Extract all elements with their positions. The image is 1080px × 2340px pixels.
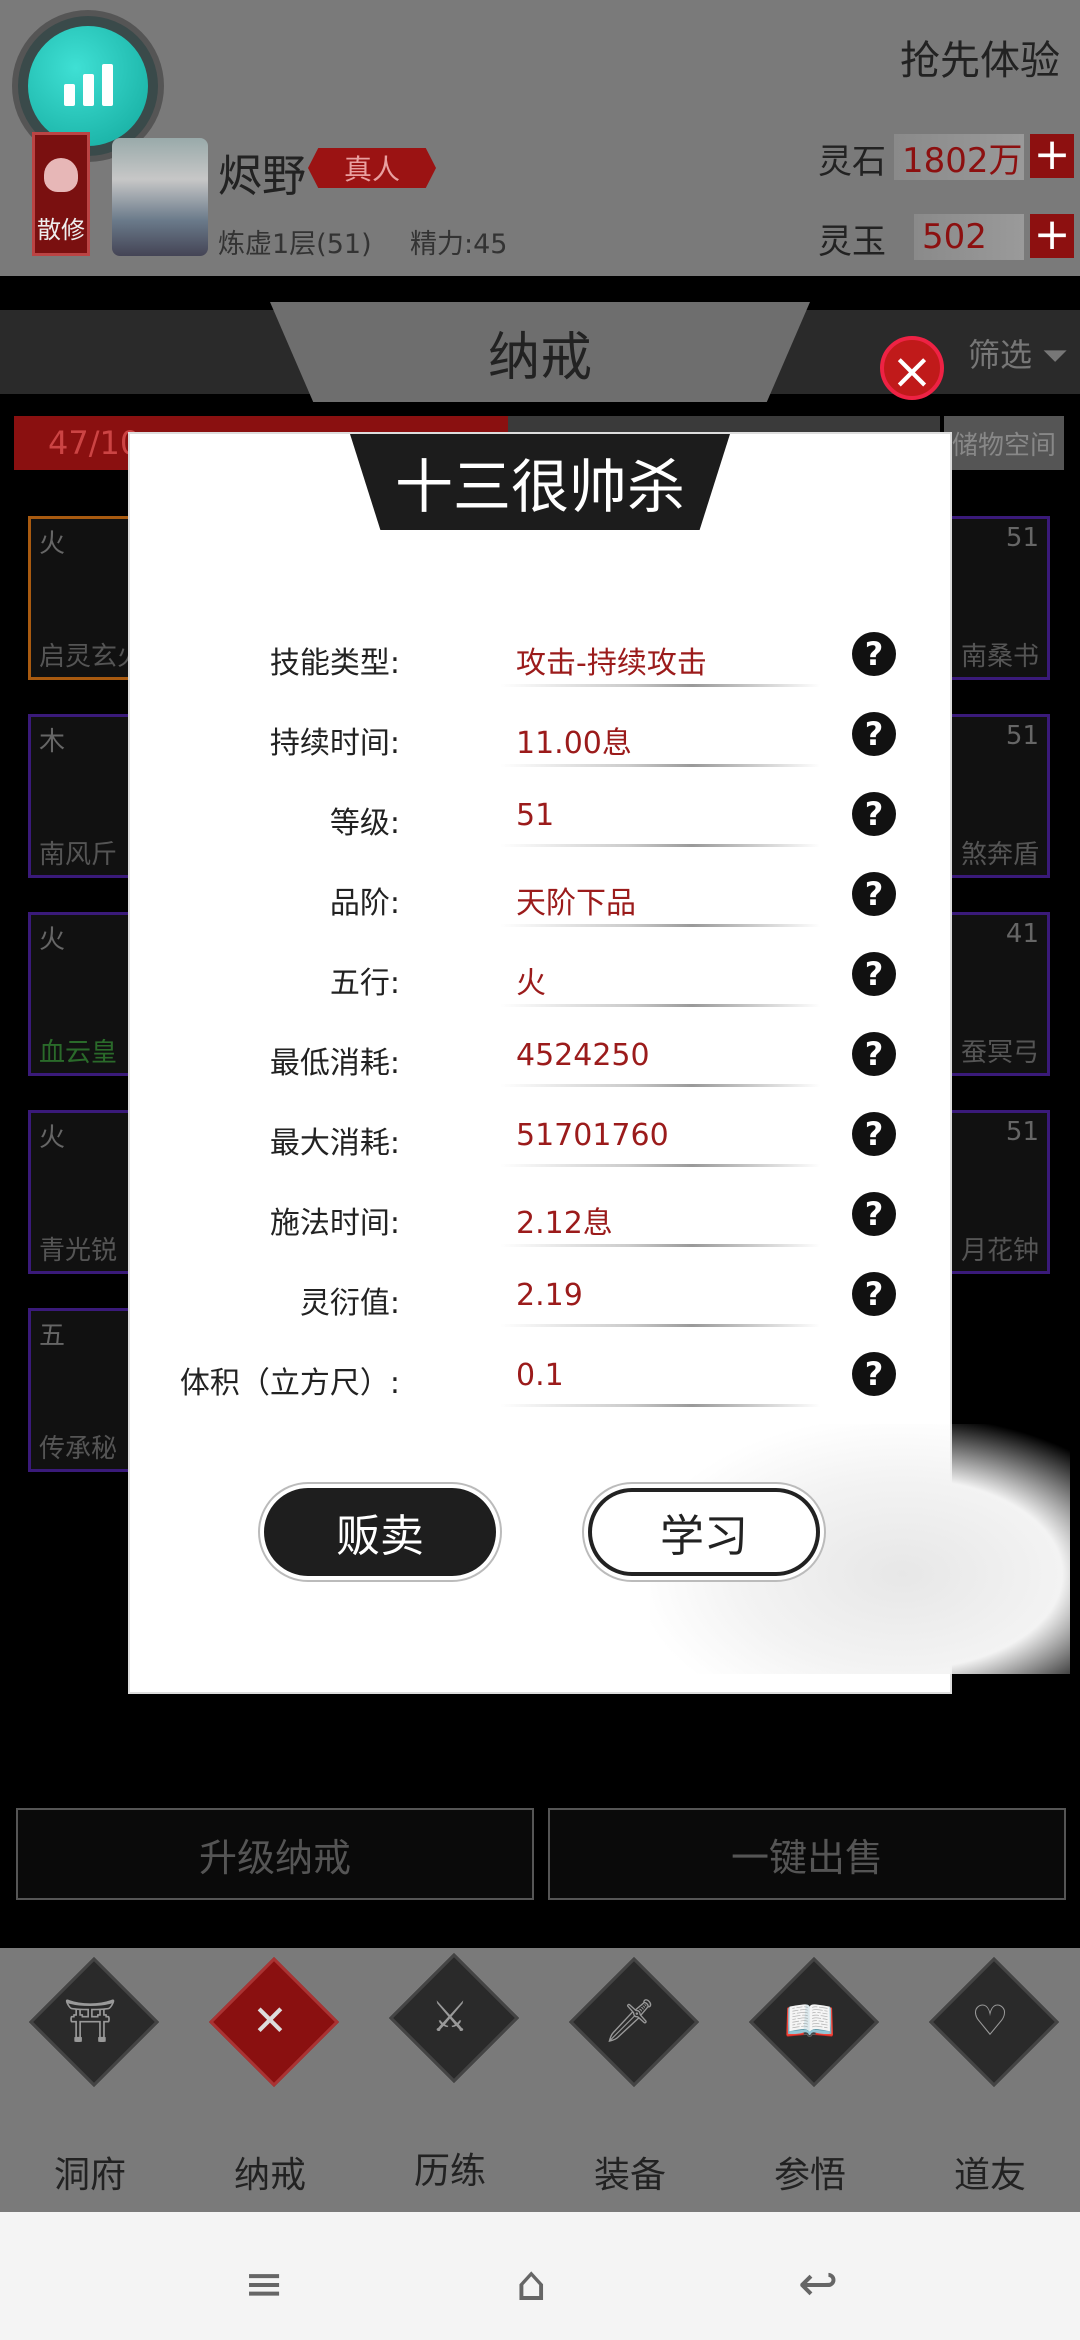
- sell-button[interactable]: 贩卖: [264, 1488, 496, 1576]
- storage-space-label: 储物空间: [944, 416, 1064, 470]
- sect-label: 散修: [37, 216, 85, 244]
- nav-label: 装备: [593, 2155, 666, 2196]
- player-name: 烬野: [218, 151, 306, 202]
- back-icon[interactable]: ↩: [798, 2256, 838, 2312]
- nav-label: 道友: [953, 2155, 1026, 2196]
- level-value: 51: [516, 798, 555, 833]
- nav-item-daoyou[interactable]: ♡ 道友: [910, 1956, 1070, 2196]
- avatar[interactable]: [112, 138, 208, 256]
- nav-label: 洞府: [53, 2155, 126, 2196]
- element-label: 木: [39, 727, 66, 757]
- help-icon[interactable]: ?: [852, 952, 896, 996]
- cast-time-value: 2.12息: [516, 1206, 613, 1241]
- capacity-text: 47/10: [48, 424, 141, 462]
- spirit-jade-label: 灵玉: [818, 222, 886, 262]
- bottom-nav: ⛩ 洞府 ✕ 纳戒 ⚔ 历练 🗡 装备 📖 参悟 ♡ 道友: [0, 1948, 1080, 2212]
- item-name: 蚕冥弓: [960, 1038, 1039, 1068]
- home-icon[interactable]: ⌂: [516, 2256, 546, 2312]
- cast-time-label: 施法时间:: [269, 1206, 400, 1241]
- nav-item-zhuangbei[interactable]: 🗡 装备: [550, 1956, 710, 2196]
- level-label: 等级:: [329, 806, 400, 841]
- sect-badge[interactable]: 散修: [32, 132, 90, 256]
- item-name: 青光锐: [39, 1236, 118, 1266]
- close-icon[interactable]: ×: [880, 336, 944, 400]
- element-label: 火: [39, 529, 66, 559]
- skill-type-value: 攻击-持续攻击: [516, 646, 707, 681]
- spirit-stone-label: 灵石: [818, 142, 886, 182]
- duration-value: 11.00息: [516, 726, 632, 761]
- inventory-title: 纳戒: [270, 302, 810, 402]
- sell-all-button[interactable]: 一键出售: [548, 1808, 1066, 1900]
- early-access-link[interactable]: 抢先体验: [900, 28, 1060, 86]
- skill-type-label: 技能类型:: [269, 646, 400, 681]
- item-name: 南桑书: [960, 642, 1039, 672]
- dialog-title: 十三很帅杀: [350, 434, 730, 530]
- menu-icon[interactable]: ≡: [244, 2256, 284, 2312]
- spirit-value-label: 灵衍值:: [299, 1286, 400, 1321]
- grade-value: 天阶下品: [516, 886, 636, 921]
- nav-item-dongfu[interactable]: ⛩ 洞府: [10, 1956, 170, 2196]
- help-icon[interactable]: ?: [852, 872, 896, 916]
- min-cost-value: 4524250: [516, 1038, 650, 1073]
- lotus-icon: [44, 158, 78, 192]
- element-label: 五行:: [329, 966, 400, 1001]
- volume-label: 体积（立方尺）:: [179, 1366, 400, 1401]
- max-cost-value: 51701760: [516, 1118, 669, 1153]
- filter-label: 筛选: [968, 336, 1033, 374]
- item-name: 传承秘: [39, 1434, 118, 1464]
- item-level: 41: [1005, 919, 1039, 949]
- bar-chart-icon: [28, 26, 148, 146]
- element-label: 火: [39, 1123, 66, 1153]
- help-icon[interactable]: ?: [852, 792, 896, 836]
- rank-tag: 真人: [308, 148, 436, 188]
- nav-item-najie[interactable]: ✕ 纳戒: [190, 1956, 350, 2196]
- skill-detail-dialog: 十三很帅杀 技能类型: 攻击-持续攻击 ? 持续时间: 11.00息 ? 等级:…: [130, 434, 1070, 1692]
- funnel-icon: ⏷: [1042, 336, 1068, 374]
- nav-item-lilian[interactable]: ⚔ 历练: [370, 1952, 530, 2192]
- item-name: 月花钟: [960, 1236, 1039, 1266]
- item-name: 启灵玄火: [39, 642, 144, 672]
- spirit-jade-value: 502: [914, 214, 1024, 260]
- min-cost-label: 最低消耗:: [269, 1046, 400, 1081]
- nav-label: 纳戒: [233, 2155, 306, 2196]
- element-value: 火: [516, 966, 546, 1001]
- item-level: 51: [1005, 523, 1039, 553]
- spirit-value-value: 2.19: [516, 1278, 583, 1313]
- grade-label: 品阶:: [329, 886, 400, 921]
- nav-label: 参悟: [773, 2155, 846, 2196]
- max-cost-label: 最大消耗:: [269, 1126, 400, 1161]
- help-icon[interactable]: ?: [852, 1192, 896, 1236]
- element-label: 五: [39, 1321, 66, 1351]
- element-label: 火: [39, 925, 66, 955]
- learn-button[interactable]: 学习: [588, 1488, 820, 1576]
- help-icon[interactable]: ?: [852, 1352, 896, 1396]
- help-icon[interactable]: ?: [852, 1272, 896, 1316]
- help-icon[interactable]: ?: [852, 712, 896, 756]
- add-spirit-jade-button[interactable]: +: [1030, 213, 1074, 258]
- help-icon[interactable]: ?: [852, 1112, 896, 1156]
- item-name: 南风斤: [39, 840, 118, 870]
- system-nav-bar: ≡ ⌂ ↩: [0, 2212, 1080, 2340]
- item-level: 51: [1005, 721, 1039, 751]
- filter-button[interactable]: 筛选 ⏷: [968, 330, 1068, 376]
- realm-level: 炼虚1层(51): [218, 229, 372, 260]
- add-spirit-stone-button[interactable]: +: [1030, 133, 1074, 178]
- help-icon[interactable]: ?: [852, 632, 896, 676]
- volume-value: 0.1: [516, 1358, 564, 1393]
- item-name: 煞奔盾: [960, 840, 1039, 870]
- nav-label: 历练: [413, 2151, 486, 2192]
- help-icon[interactable]: ?: [852, 1032, 896, 1076]
- nav-item-canwu[interactable]: 📖 参悟: [730, 1956, 890, 2196]
- energy-value: 精力:45: [410, 229, 508, 260]
- spirit-stone-value: 1802万: [894, 134, 1024, 181]
- item-level: 51: [1005, 1117, 1039, 1147]
- duration-label: 持续时间:: [269, 726, 400, 761]
- item-name: 血云皇: [39, 1038, 118, 1068]
- upgrade-ring-button[interactable]: 升级纳戒: [16, 1808, 534, 1900]
